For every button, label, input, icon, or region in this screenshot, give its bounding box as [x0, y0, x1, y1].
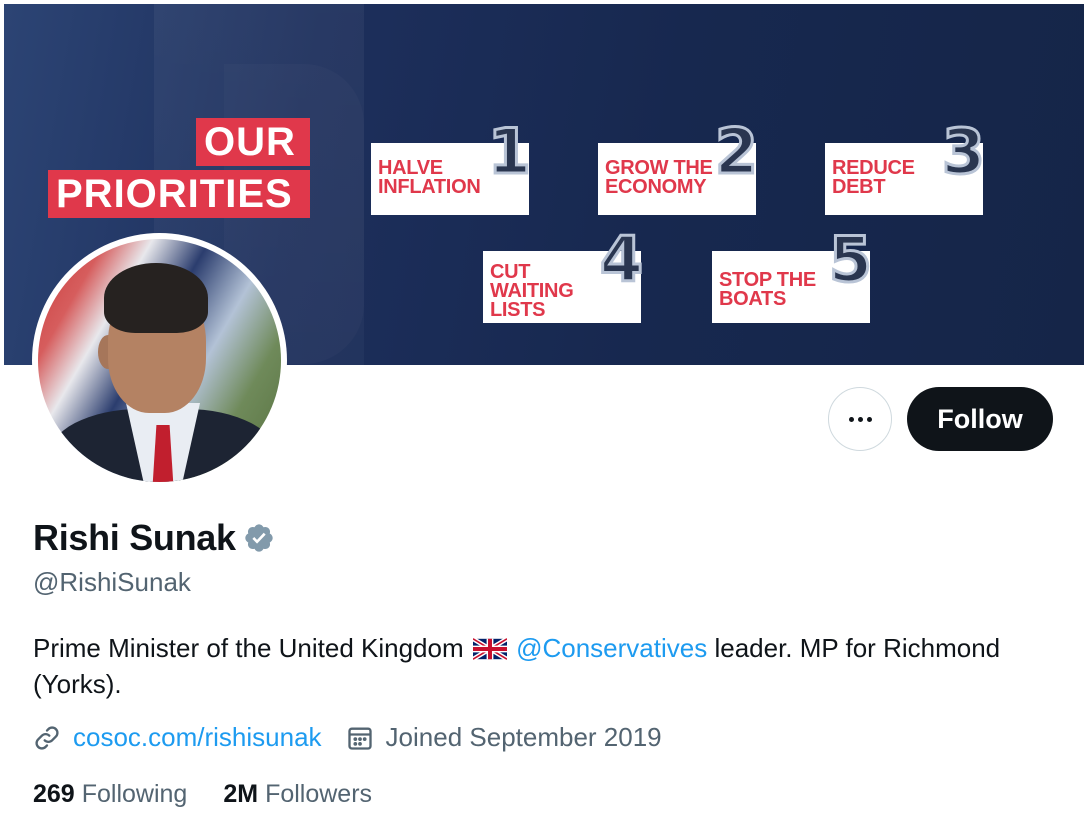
- uk-flag-icon: [472, 638, 507, 660]
- following-label: Following: [81, 780, 188, 808]
- priority-text: REDUCE DEBT: [832, 157, 915, 198]
- priority-number: 4: [598, 223, 644, 296]
- profile-bio: Prime Minister of the United Kingdom @Co…: [33, 630, 1063, 702]
- followers-link[interactable]: 2M Followers: [223, 780, 372, 809]
- more-dots-icon: [848, 416, 872, 422]
- followers-label: Followers: [265, 780, 373, 808]
- joined-text: Joined September 2019: [385, 722, 662, 752]
- avatar-photo: [38, 239, 281, 482]
- display-name: Rishi Sunak: [33, 517, 236, 558]
- priority-card-3: REDUCE DEBT 3: [825, 119, 987, 215]
- priority-card-1: HALVE INFLATION 1: [371, 119, 533, 215]
- priority-number: 1: [486, 115, 532, 188]
- calendar-icon: [347, 727, 372, 750]
- priority-text: STOP THE BOATS: [719, 269, 816, 310]
- priority-text: HALVE INFLATION: [378, 157, 481, 198]
- follow-stats: 269 Following 2M Followers: [33, 780, 372, 809]
- followers-count: 2M: [223, 780, 259, 808]
- follow-button[interactable]: Follow: [907, 387, 1053, 451]
- priority-card-4: CUT WAITING LISTS 4: [483, 227, 645, 323]
- verified-badge-icon[interactable]: [243, 522, 275, 554]
- link-icon: [35, 725, 59, 750]
- joined-date: Joined September 2019: [346, 722, 662, 753]
- priority-number: 2: [713, 115, 759, 188]
- following-count: 269: [33, 780, 75, 808]
- website-link[interactable]: cosoc.com/rishisunak: [73, 722, 322, 753]
- avatar[interactable]: [32, 233, 287, 488]
- bio-mention-link[interactable]: @Conservatives: [516, 633, 707, 663]
- priority-number: 3: [940, 115, 986, 188]
- profile-meta: cosoc.com/rishisunak Joined September 20…: [33, 722, 662, 753]
- banner-headline-line2: PRIORITIES: [48, 170, 310, 218]
- priority-text: CUT WAITING LISTS: [490, 261, 574, 321]
- profile-handle: @RishiSunak: [33, 567, 191, 597]
- banner-headline-line1: OUR: [196, 118, 310, 166]
- profile-name-row: Rishi Sunak: [33, 517, 275, 559]
- bio-text: Prime Minister of the United Kingdom: [33, 633, 464, 663]
- priority-number: 5: [827, 223, 873, 296]
- priority-card-2: GROW THE ECONOMY 2: [598, 119, 760, 215]
- more-options-button[interactable]: [828, 387, 892, 451]
- following-link[interactable]: 269 Following: [33, 780, 187, 809]
- priority-card-5: STOP THE BOATS 5: [712, 227, 874, 323]
